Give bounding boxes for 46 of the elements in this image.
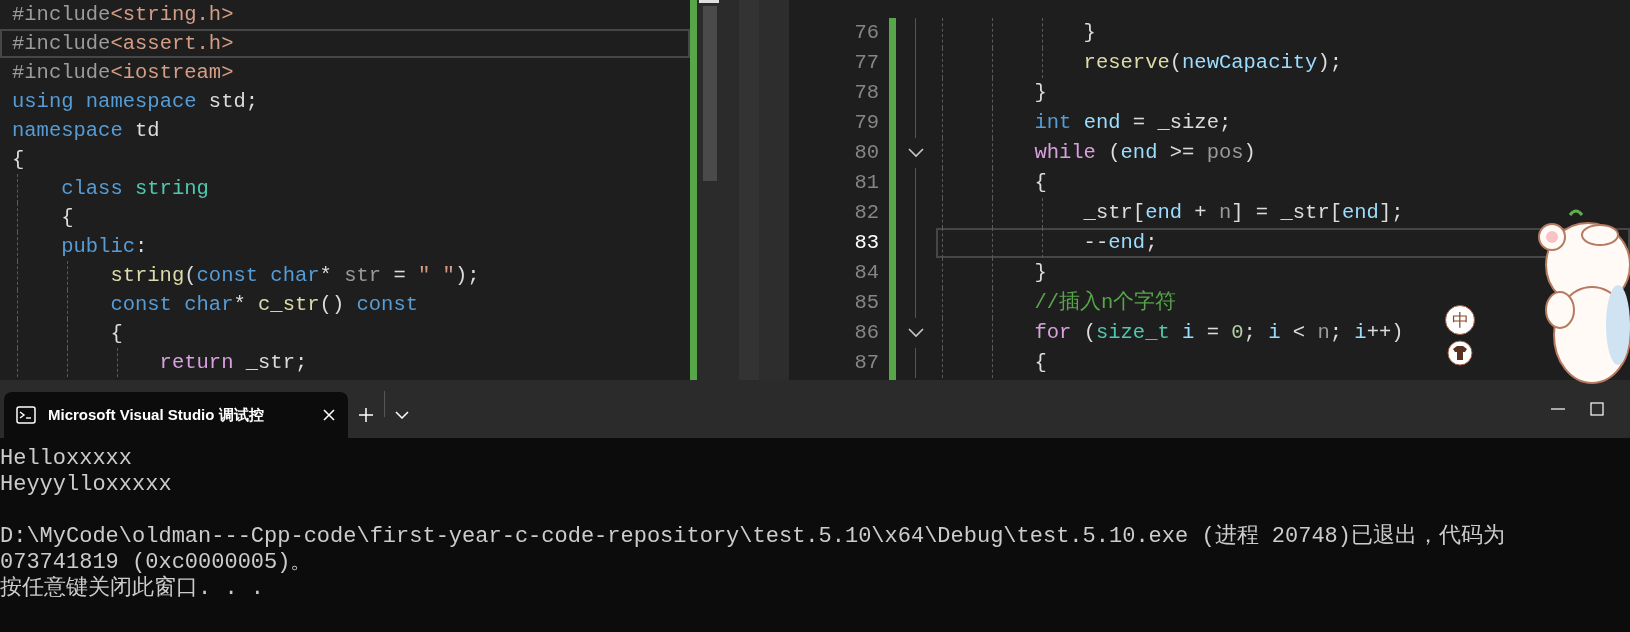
- code-line: #include<string.h>: [11, 2, 235, 28]
- shirt-icon[interactable]: [1446, 340, 1474, 366]
- code-line: {: [0, 203, 690, 232]
- maximize-icon[interactable]: [1590, 402, 1604, 416]
- code-line: }: [936, 18, 1630, 48]
- line-number: 84: [853, 260, 880, 286]
- console-line: 按任意键关闭此窗口. . .: [0, 576, 264, 602]
- terminal-icon: [16, 406, 36, 424]
- collapse-icon[interactable]: [908, 328, 924, 338]
- code-line: #include<assert.h>: [0, 29, 690, 58]
- line-number: 77: [853, 50, 880, 76]
- code-line: reserve(newCapacity);: [936, 48, 1630, 78]
- code-line: {: [0, 319, 690, 348]
- line-number: 86: [853, 320, 880, 346]
- code-line: public:: [0, 232, 690, 261]
- line-number: 81: [853, 170, 880, 196]
- chevron-down-icon[interactable]: [395, 411, 409, 419]
- line-number: 82: [853, 200, 880, 226]
- line-number: 76: [853, 20, 880, 46]
- code-line: return _str;: [0, 348, 690, 377]
- code-line: {: [936, 168, 1630, 198]
- code-line: {: [11, 147, 26, 173]
- code-line: string(const char* str = " ");: [0, 261, 690, 290]
- line-number: 85: [853, 290, 880, 316]
- line-number: 83: [853, 230, 880, 256]
- console-line: Helloxxxxx: [0, 446, 133, 472]
- collapse-icon[interactable]: [908, 148, 924, 158]
- console-line: D:\MyCode\oldman---Cpp-code\first-year-c-code-repository\test.5.10\x64\Debug\test.5.10.exe (进程 20748)已退出，代码为: [0, 524, 1505, 550]
- terminal-tab[interactable]: Microsoft Visual Studio 调试控: [4, 392, 348, 438]
- plus-icon[interactable]: [358, 407, 374, 423]
- code-line: }: [936, 78, 1630, 108]
- line-number: 79: [853, 110, 880, 136]
- code-line: namespace td: [11, 118, 161, 144]
- scrollbar[interactable]: [697, 0, 739, 380]
- line-number: 87: [853, 350, 880, 376]
- line-number: 80: [853, 140, 880, 166]
- code-line: using namespace std;: [11, 89, 260, 115]
- line-number: 78: [853, 80, 880, 106]
- console-line: 073741819 (0xc0000005)。: [0, 550, 313, 575]
- code-line: while (end >= pos): [936, 138, 1630, 168]
- console-line: Heyyylloxxxxx: [0, 472, 172, 498]
- code-line: const char* c_str() const: [0, 290, 690, 319]
- close-icon[interactable]: [322, 408, 336, 422]
- code-line: class string: [0, 174, 690, 203]
- code-line: #include<iostream>: [11, 60, 235, 86]
- code-line: int end = _size;: [936, 108, 1630, 138]
